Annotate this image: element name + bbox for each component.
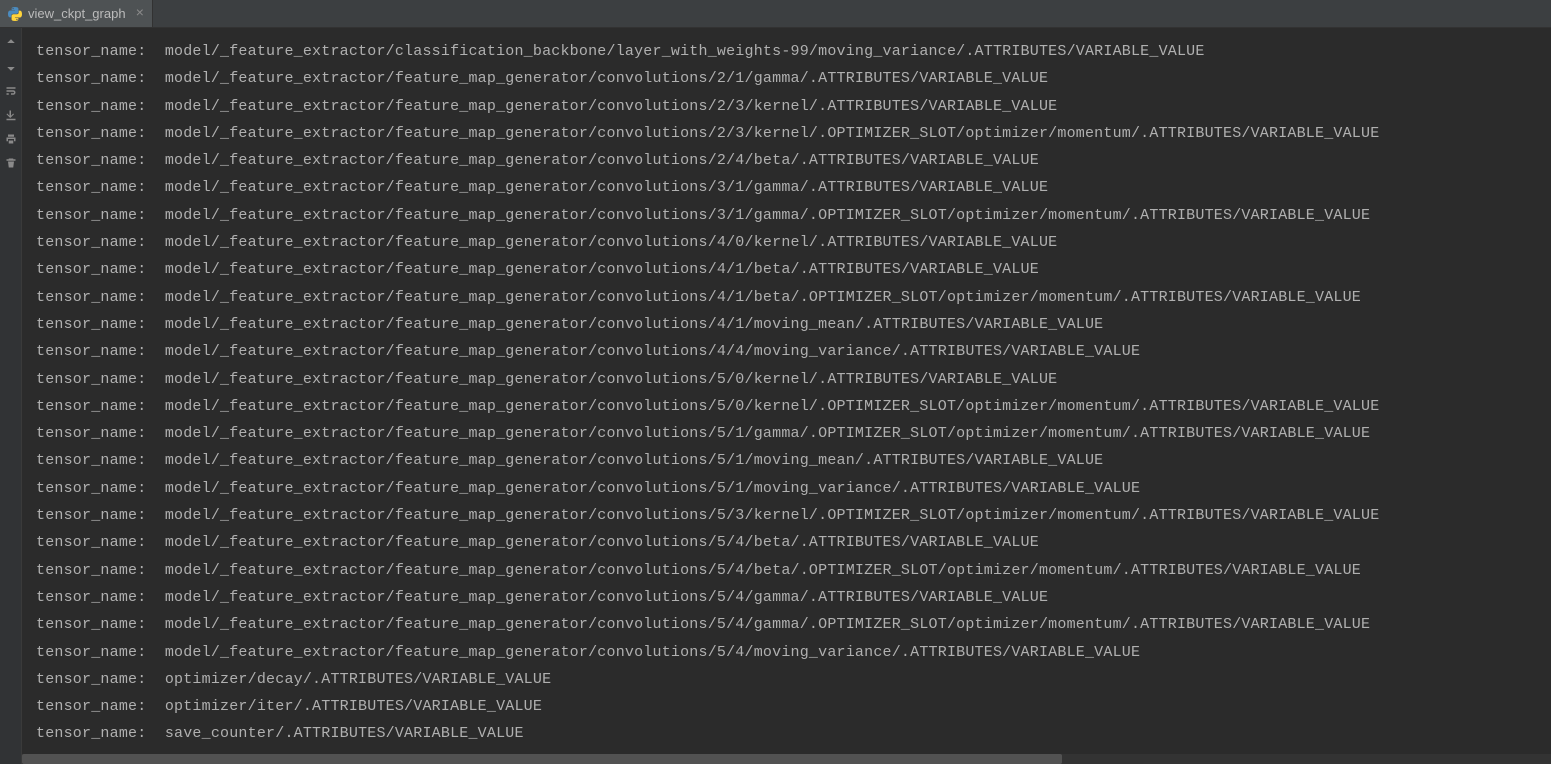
output-line: tensor_name: model/_feature_extractor/fe… xyxy=(36,502,1551,529)
output-line: tensor_name: model/_feature_extractor/fe… xyxy=(36,256,1551,283)
output-line: tensor_name: model/_feature_extractor/fe… xyxy=(36,65,1551,92)
output-line: tensor_name: model/_feature_extractor/fe… xyxy=(36,557,1551,584)
tab-bar: view_ckpt_graph × xyxy=(0,0,1551,28)
output-line: tensor_name: model/_feature_extractor/fe… xyxy=(36,202,1551,229)
output-line: tensor_name: model/_feature_extractor/fe… xyxy=(36,338,1551,365)
print-icon[interactable] xyxy=(4,132,18,146)
output-line: tensor_name: model/_feature_extractor/fe… xyxy=(36,611,1551,638)
output-line: tensor_name: model/_feature_extractor/fe… xyxy=(36,366,1551,393)
output-line: tensor_name: model/_feature_extractor/fe… xyxy=(36,93,1551,120)
output-line: tensor_name: model/_feature_extractor/cl… xyxy=(36,38,1551,65)
output-line: tensor_name: model/_feature_extractor/fe… xyxy=(36,447,1551,474)
output-line: tensor_name: optimizer/iter/.ATTRIBUTES/… xyxy=(36,693,1551,720)
output-line: tensor_name: save_counter/.ATTRIBUTES/VA… xyxy=(36,720,1551,747)
tab-label: view_ckpt_graph xyxy=(28,6,126,21)
output-line: tensor_name: model/_feature_extractor/fe… xyxy=(36,311,1551,338)
editor-output[interactable]: tensor_name: model/_feature_extractor/cl… xyxy=(22,28,1551,764)
gutter xyxy=(0,28,22,764)
scrollbar-thumb[interactable] xyxy=(22,754,1062,764)
output-line: tensor_name: model/_feature_extractor/fe… xyxy=(36,639,1551,666)
trash-icon[interactable] xyxy=(4,156,18,170)
output-line: tensor_name: optimizer/decay/.ATTRIBUTES… xyxy=(36,666,1551,693)
python-icon xyxy=(8,7,22,21)
wrap-icon[interactable] xyxy=(4,84,18,98)
output-line: tensor_name: model/_feature_extractor/fe… xyxy=(36,475,1551,502)
output-line: tensor_name: model/_feature_extractor/fe… xyxy=(36,120,1551,147)
output-line: tensor_name: model/_feature_extractor/fe… xyxy=(36,529,1551,556)
output-line: tensor_name: model/_feature_extractor/fe… xyxy=(36,229,1551,256)
horizontal-scrollbar[interactable] xyxy=(22,754,1551,764)
arrow-down-icon[interactable] xyxy=(4,60,18,74)
output-line: tensor_name: model/_feature_extractor/fe… xyxy=(36,147,1551,174)
output-line: tensor_name: model/_feature_extractor/fe… xyxy=(36,174,1551,201)
output-line: tensor_name: model/_feature_extractor/fe… xyxy=(36,584,1551,611)
output-line: tensor_name: model/_feature_extractor/fe… xyxy=(36,420,1551,447)
output-line: tensor_name: model/_feature_extractor/fe… xyxy=(36,393,1551,420)
tab-view-ckpt-graph[interactable]: view_ckpt_graph × xyxy=(0,0,153,27)
content-area: tensor_name: model/_feature_extractor/cl… xyxy=(0,28,1551,764)
close-icon[interactable]: × xyxy=(136,7,144,21)
arrow-up-icon[interactable] xyxy=(4,36,18,50)
output-line: tensor_name: model/_feature_extractor/fe… xyxy=(36,284,1551,311)
download-icon[interactable] xyxy=(4,108,18,122)
